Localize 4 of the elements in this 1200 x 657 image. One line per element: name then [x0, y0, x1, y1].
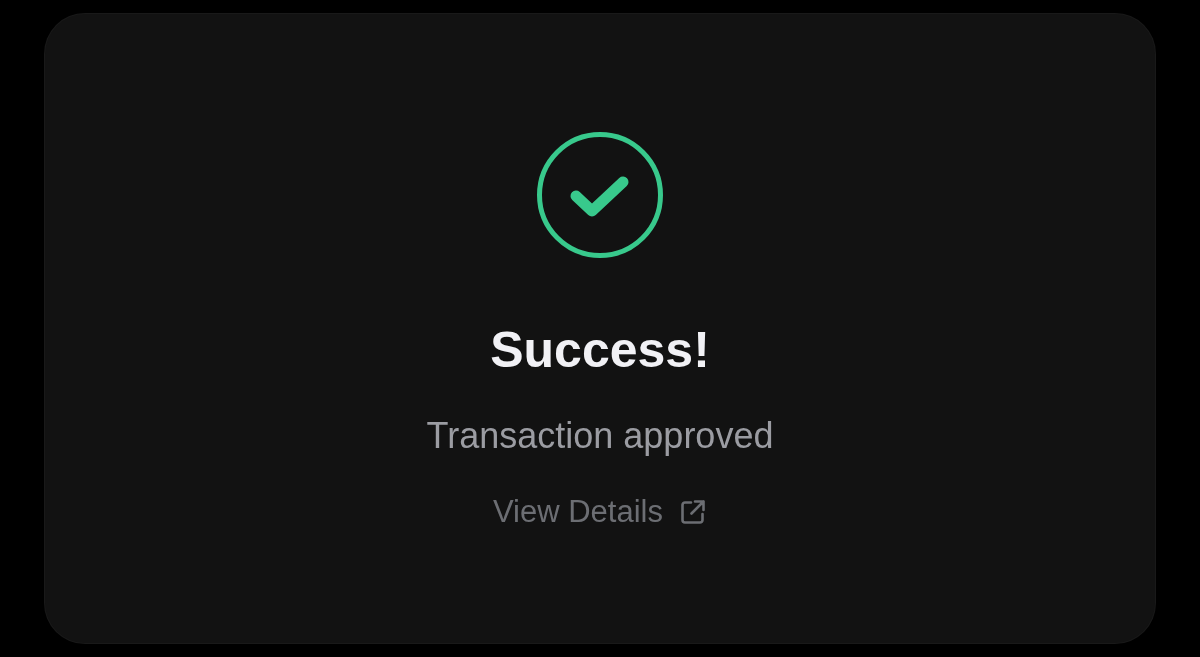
- status-title: Success!: [490, 321, 710, 380]
- view-details-link[interactable]: View Details: [493, 493, 707, 531]
- external-link-icon: [679, 497, 707, 526]
- status-message: Transaction approved: [426, 414, 774, 458]
